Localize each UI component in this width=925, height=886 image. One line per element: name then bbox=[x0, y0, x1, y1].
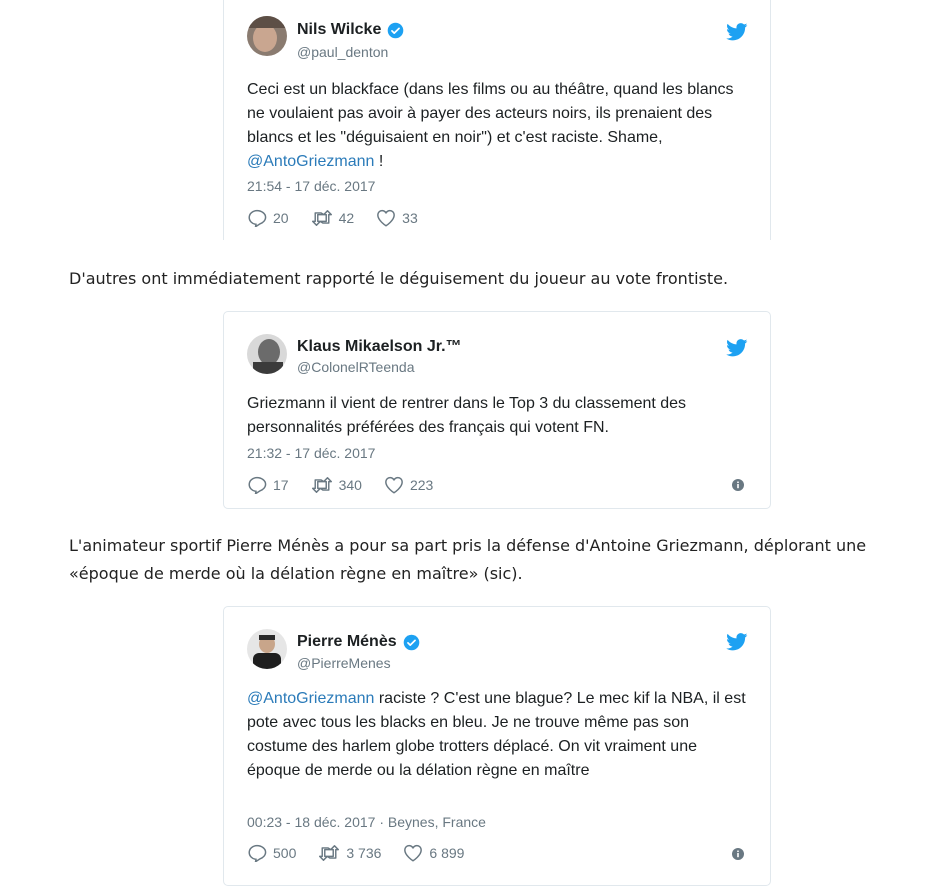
retweet-icon bbox=[319, 845, 340, 861]
reply-count: 20 bbox=[273, 210, 289, 226]
author-name-text: Pierre Ménès bbox=[297, 633, 397, 650]
avatar[interactable] bbox=[247, 629, 287, 669]
reply-button[interactable]: 17 bbox=[247, 476, 289, 494]
tweet-timestamp[interactable]: 00:23 - 18 déc. 2017 · Beynes, France bbox=[247, 814, 486, 830]
author-handle[interactable]: @ColonelRTeenda bbox=[297, 359, 414, 375]
reply-icon bbox=[248, 209, 267, 227]
retweet-count: 3 736 bbox=[346, 845, 382, 861]
tweet-card-nils-wilcke: Nils Wilcke @paul_denton Ceci est un bla… bbox=[223, 0, 771, 240]
info-icon[interactable] bbox=[732, 847, 744, 860]
verified-badge-icon bbox=[387, 22, 404, 39]
author-name-text: Klaus Mikaelson Jr.™ bbox=[297, 338, 462, 355]
tweet-card-pierre-menes: Pierre Ménès @PierreMenes @AntoGriezmann… bbox=[223, 606, 771, 886]
like-count: 33 bbox=[402, 210, 418, 226]
twitter-bird-icon[interactable] bbox=[726, 633, 748, 651]
tweet-text: Ceci est un blackface (dans les films ou… bbox=[247, 78, 752, 174]
like-button[interactable]: 6 899 bbox=[403, 844, 464, 862]
heart-icon bbox=[385, 476, 403, 494]
avatar[interactable] bbox=[247, 334, 287, 374]
author-handle[interactable]: @paul_denton bbox=[297, 44, 388, 60]
tweet-actions: 20 42 33 bbox=[247, 209, 440, 227]
reply-icon bbox=[248, 476, 267, 494]
tweet-actions: 500 3 736 6 899 bbox=[247, 844, 486, 862]
reply-button[interactable]: 500 bbox=[247, 844, 296, 862]
retweet-icon bbox=[311, 210, 332, 226]
twitter-bird-icon[interactable] bbox=[726, 339, 748, 357]
retweet-count: 340 bbox=[338, 477, 362, 493]
info-icon[interactable] bbox=[732, 478, 744, 491]
retweet-count: 42 bbox=[338, 210, 355, 226]
author-name[interactable]: Nils Wilcke bbox=[297, 21, 404, 39]
article-paragraph: D'autres ont immédiatement rapporté le d… bbox=[69, 269, 729, 288]
heart-icon bbox=[377, 209, 396, 227]
reply-count: 500 bbox=[273, 845, 297, 861]
retweet-button[interactable]: 42 bbox=[311, 209, 355, 227]
author-name-text: Nils Wilcke bbox=[297, 21, 382, 38]
tweet-actions: 17 340 223 bbox=[247, 476, 455, 494]
tweet-timestamp[interactable]: 21:54 - 17 déc. 2017 bbox=[247, 178, 375, 194]
tweet-text: @AntoGriezmann raciste ? C'est une blagu… bbox=[247, 687, 752, 783]
retweet-button[interactable]: 340 bbox=[311, 476, 362, 494]
mention-link[interactable]: @AntoGriezmann bbox=[247, 153, 374, 170]
tweet-timestamp[interactable]: 21:32 - 17 déc. 2017 bbox=[247, 445, 375, 461]
author-name[interactable]: Klaus Mikaelson Jr.™ bbox=[297, 338, 462, 356]
author-handle[interactable]: @PierreMenes bbox=[297, 655, 391, 671]
tweet-text-part: Ceci est un blackface (dans les films ou… bbox=[247, 81, 734, 146]
reply-count: 17 bbox=[273, 477, 289, 493]
tweet-text-part: ! bbox=[374, 153, 384, 170]
mention-link[interactable]: @AntoGriezmann bbox=[247, 690, 374, 707]
avatar[interactable] bbox=[247, 16, 287, 56]
article-paragraph: L'animateur sportif Pierre Ménès a pour … bbox=[69, 536, 867, 583]
tweet-card-klaus-mikaelson: Klaus Mikaelson Jr.™ @ColonelRTeenda Gri… bbox=[223, 311, 771, 509]
author-name[interactable]: Pierre Ménès bbox=[297, 633, 420, 651]
tweet-text: Griezmann il vient de rentrer dans le To… bbox=[247, 395, 687, 436]
reply-icon bbox=[248, 844, 267, 862]
reply-button[interactable]: 20 bbox=[247, 209, 289, 227]
like-button[interactable]: 33 bbox=[376, 209, 418, 227]
verified-badge-icon bbox=[403, 634, 420, 651]
retweet-icon bbox=[311, 477, 332, 493]
retweet-button[interactable]: 3 736 bbox=[318, 844, 381, 862]
like-count: 6 899 bbox=[429, 845, 465, 861]
like-count: 223 bbox=[409, 477, 434, 493]
like-button[interactable]: 223 bbox=[384, 476, 433, 494]
twitter-bird-icon[interactable] bbox=[726, 23, 748, 41]
heart-icon bbox=[404, 844, 423, 862]
